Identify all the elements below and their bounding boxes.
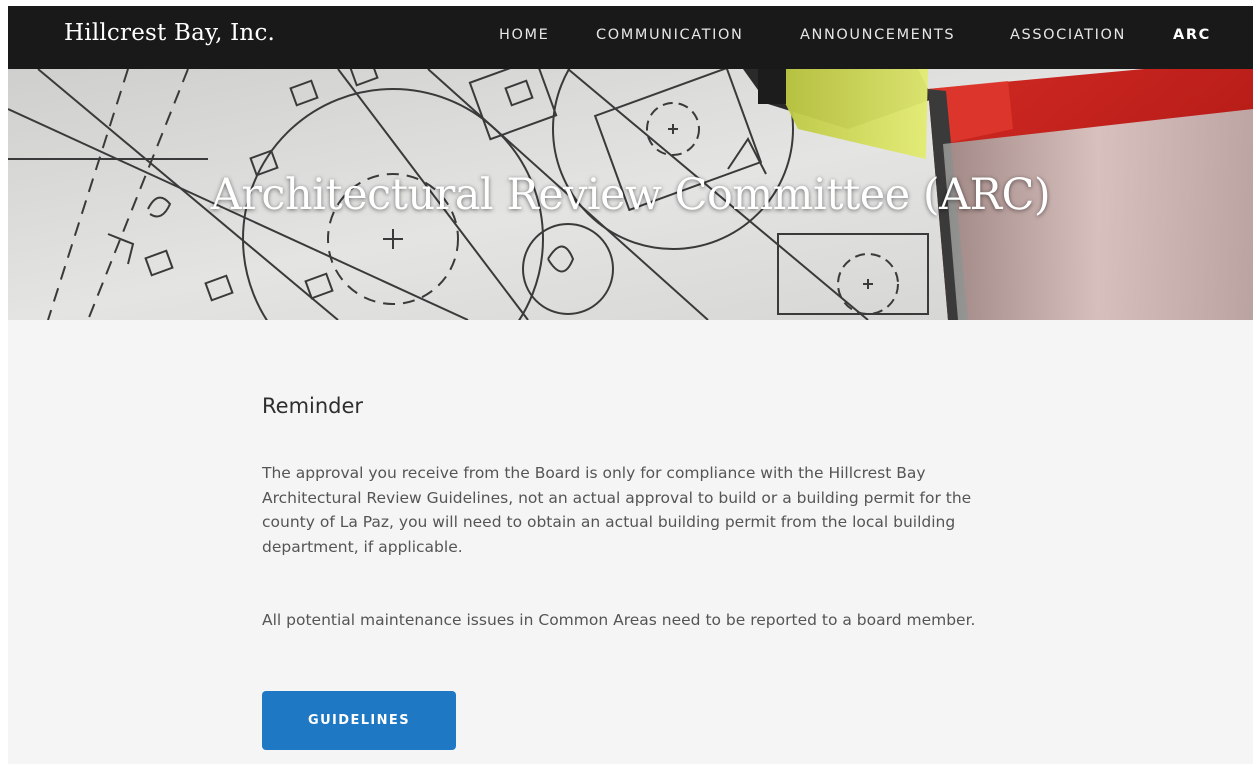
reminder-paragraph-maintenance: All potential maintenance issues in Comm… [262, 611, 976, 629]
hero-title: Architectural Review Committee (ARC) [210, 170, 1051, 220]
nav-arc[interactable]: ARC [1173, 27, 1211, 43]
site-brand-link[interactable]: Hillcrest Bay, Inc. [64, 20, 275, 46]
page-frame: Hillcrest Bay, Inc. HOME COMMUNICATION A… [8, 6, 1253, 764]
nav-home[interactable]: HOME [499, 27, 549, 43]
reminder-paragraph-approval: The approval you receive from the Board … [262, 464, 972, 556]
nav-announcements[interactable]: ANNOUNCEMENTS [800, 27, 955, 43]
nav-communication[interactable]: COMMUNICATION [596, 27, 743, 43]
guidelines-button[interactable]: GUIDELINES [262, 691, 456, 750]
nav-association[interactable]: ASSOCIATION [1010, 27, 1126, 43]
top-navbar: Hillcrest Bay, Inc. HOME COMMUNICATION A… [8, 6, 1253, 69]
reminder-heading: Reminder [262, 394, 364, 418]
hero-banner: Architectural Review Committee (ARC) [8, 69, 1253, 320]
